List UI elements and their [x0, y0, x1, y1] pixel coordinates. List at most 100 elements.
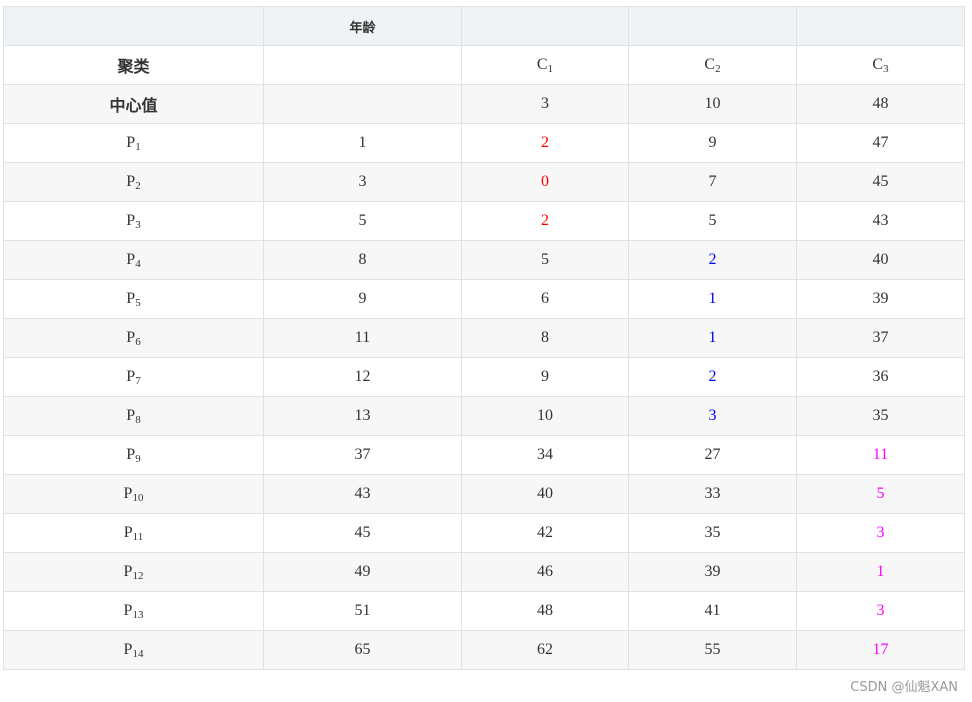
table-row: P14 65 62 55 17 — [3, 630, 965, 670]
table-row: P5 9 6 1 39 — [3, 279, 965, 319]
center-row: 中心值 3 10 48 — [3, 84, 965, 124]
point-rows: P1 1 2 9 47 P2 3 0 7 45 P3 5 2 5 43 P4 8 5 2 40 P5 9 6 1 39 P6 11 8… — [3, 123, 965, 670]
header-cell-c2 — [628, 6, 797, 46]
age-cell: 43 — [263, 474, 462, 514]
dist-c1-cell: 9 — [461, 357, 629, 397]
dist-c1-cell: 10 — [461, 396, 629, 436]
dist-c1-cell: 2 — [461, 123, 629, 163]
dist-c1-cell: 0 — [461, 162, 629, 202]
dist-c2-cell: 2 — [628, 357, 797, 397]
table-row: P7 12 9 2 36 — [3, 357, 965, 397]
dist-c1-cell: 5 — [461, 240, 629, 280]
point-label: P13 — [3, 591, 264, 631]
cluster-empty-cell — [263, 45, 462, 85]
dist-c1-cell: 62 — [461, 630, 629, 670]
header-cell-age: 年龄 — [263, 6, 462, 46]
cluster-label: 聚类 — [3, 45, 264, 85]
dist-c2-cell: 33 — [628, 474, 797, 514]
dist-c2-cell: 2 — [628, 240, 797, 280]
center-c3: 48 — [796, 84, 965, 124]
dist-c3-cell: 47 — [796, 123, 965, 163]
point-label: P10 — [3, 474, 264, 514]
age-cell: 49 — [263, 552, 462, 592]
point-label: P9 — [3, 435, 264, 475]
kmeans-distance-table: 年龄 聚类 C1 C2 C3 中心值 3 10 48 P1 1 2 9 47 P2 3 0 7 4… — [3, 6, 965, 670]
dist-c3-cell: 11 — [796, 435, 965, 475]
point-label: P12 — [3, 552, 264, 592]
age-cell: 8 — [263, 240, 462, 280]
age-cell: 37 — [263, 435, 462, 475]
dist-c3-cell: 37 — [796, 318, 965, 358]
dist-c1-cell: 8 — [461, 318, 629, 358]
table-row: P2 3 0 7 45 — [3, 162, 965, 202]
table-row: P12 49 46 39 1 — [3, 552, 965, 592]
dist-c3-cell: 17 — [796, 630, 965, 670]
dist-c2-cell: 39 — [628, 552, 797, 592]
table-row: P1 1 2 9 47 — [3, 123, 965, 163]
table-row: P8 13 10 3 35 — [3, 396, 965, 436]
dist-c3-cell: 45 — [796, 162, 965, 202]
center-label: 中心值 — [3, 84, 264, 124]
age-cell: 11 — [263, 318, 462, 358]
dist-c3-cell: 3 — [796, 513, 965, 553]
age-cell: 65 — [263, 630, 462, 670]
dist-c2-cell: 3 — [628, 396, 797, 436]
table-row: P3 5 2 5 43 — [3, 201, 965, 241]
dist-c1-cell: 34 — [461, 435, 629, 475]
dist-c3-cell: 1 — [796, 552, 965, 592]
dist-c1-cell: 2 — [461, 201, 629, 241]
table-row: P6 11 8 1 37 — [3, 318, 965, 358]
dist-c2-cell: 55 — [628, 630, 797, 670]
point-label: P8 — [3, 396, 264, 436]
point-label: P3 — [3, 201, 264, 241]
cluster-c1: C1 — [461, 45, 629, 85]
center-c1: 3 — [461, 84, 629, 124]
point-label: P1 — [3, 123, 264, 163]
point-label: P2 — [3, 162, 264, 202]
point-label: P6 — [3, 318, 264, 358]
dist-c1-cell: 46 — [461, 552, 629, 592]
point-label: P7 — [3, 357, 264, 397]
table-row: P11 45 42 35 3 — [3, 513, 965, 553]
header-cell-c1 — [461, 6, 629, 46]
point-label: P5 — [3, 279, 264, 319]
header-cell-empty — [3, 6, 264, 46]
age-cell: 13 — [263, 396, 462, 436]
age-cell: 1 — [263, 123, 462, 163]
dist-c3-cell: 39 — [796, 279, 965, 319]
dist-c1-cell: 6 — [461, 279, 629, 319]
point-label: P4 — [3, 240, 264, 280]
csdn-watermark: CSDN @仙魁XAN — [850, 680, 958, 695]
dist-c3-cell: 36 — [796, 357, 965, 397]
age-cell: 3 — [263, 162, 462, 202]
dist-c1-cell: 48 — [461, 591, 629, 631]
age-cell: 12 — [263, 357, 462, 397]
dist-c2-cell: 41 — [628, 591, 797, 631]
dist-c1-cell: 42 — [461, 513, 629, 553]
dist-c3-cell: 35 — [796, 396, 965, 436]
header-cell-c3 — [796, 6, 965, 46]
dist-c1-cell: 40 — [461, 474, 629, 514]
dist-c3-cell: 40 — [796, 240, 965, 280]
dist-c2-cell: 1 — [628, 318, 797, 358]
age-cell: 45 — [263, 513, 462, 553]
header-row: 年龄 — [3, 6, 965, 46]
cluster-c2: C2 — [628, 45, 797, 85]
age-cell: 5 — [263, 201, 462, 241]
center-c2: 10 — [628, 84, 797, 124]
cluster-c3: C3 — [796, 45, 965, 85]
table-row: P10 43 40 33 5 — [3, 474, 965, 514]
dist-c3-cell: 43 — [796, 201, 965, 241]
age-cell: 9 — [263, 279, 462, 319]
table-row: P9 37 34 27 11 — [3, 435, 965, 475]
dist-c2-cell: 35 — [628, 513, 797, 553]
dist-c3-cell: 3 — [796, 591, 965, 631]
dist-c3-cell: 5 — [796, 474, 965, 514]
point-label: P14 — [3, 630, 264, 670]
dist-c2-cell: 9 — [628, 123, 797, 163]
dist-c2-cell: 27 — [628, 435, 797, 475]
table-row: P4 8 5 2 40 — [3, 240, 965, 280]
dist-c2-cell: 1 — [628, 279, 797, 319]
dist-c2-cell: 7 — [628, 162, 797, 202]
age-cell: 51 — [263, 591, 462, 631]
